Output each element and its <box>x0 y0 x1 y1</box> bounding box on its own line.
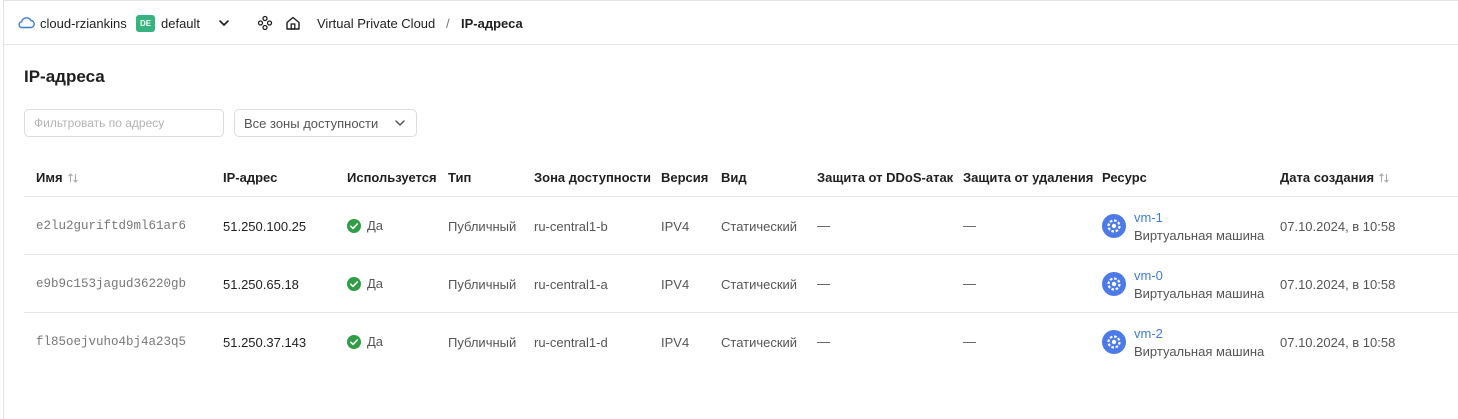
vm-gear-icon <box>1102 214 1126 238</box>
resource-link[interactable]: vm-0 <box>1134 268 1163 283</box>
column-header-zone: Зона доступности <box>534 170 652 185</box>
used-status: Да <box>347 276 383 291</box>
deletion-protection: — <box>963 218 976 233</box>
ip-address: 51.250.37.143 <box>223 335 307 350</box>
column-header-version: Версия <box>661 170 709 185</box>
zone-select-value: Все зоны доступности <box>244 115 379 131</box>
chevron-down-icon <box>395 120 405 126</box>
resource-type: Виртуальная машина <box>1134 344 1265 359</box>
sort-icon[interactable] <box>1378 172 1390 184</box>
check-circle-icon <box>347 276 361 291</box>
used-status: Да <box>347 334 383 349</box>
ddos-protection: — <box>817 276 830 291</box>
ddos-protection: — <box>817 334 830 349</box>
sort-icon[interactable] <box>67 172 79 184</box>
address-id[interactable]: e9b9c153jagud36220gb <box>36 277 186 291</box>
breadcrumb-current: IP-адреса <box>461 16 523 31</box>
vm-gear-icon <box>1102 330 1126 354</box>
column-header-name[interactable]: Имя <box>36 170 79 185</box>
ip-address: 51.250.100.25 <box>223 219 307 234</box>
used-status: Да <box>347 218 383 233</box>
created-date: 07.10.2024, в 10:58 <box>1280 335 1396 350</box>
table-row[interactable]: e9b9c153jagud36220gb 51.250.65.18 Да Пуб… <box>4 255 1458 313</box>
cloud-icon[interactable] <box>17 15 35 29</box>
address-type: Публичный <box>448 277 517 292</box>
ip-version: IPV4 <box>661 277 690 292</box>
column-header-type: Тип <box>448 170 472 185</box>
column-header-used: Используется <box>347 170 437 185</box>
address-type: Публичный <box>448 219 517 234</box>
address-kind: Статический <box>721 335 798 350</box>
check-circle-icon <box>347 334 361 349</box>
zone-select[interactable]: Все зоны доступности <box>234 109 417 137</box>
breadcrumb-vpc[interactable]: Virtual Private Cloud <box>317 16 435 31</box>
table-row[interactable]: fl85oejvuho4bj4a23q5 51.250.37.143 Да Пу… <box>4 313 1458 371</box>
address-kind: Статический <box>721 219 798 234</box>
resource-link[interactable]: vm-2 <box>1134 326 1163 341</box>
deletion-protection: — <box>963 276 976 291</box>
availability-zone: ru-central1-a <box>534 277 608 292</box>
resource-link[interactable]: vm-1 <box>1134 210 1163 225</box>
top-header: cloud-rziankins DE default Virtual Priva… <box>4 1 1458 45</box>
folder-name[interactable]: default <box>161 16 200 31</box>
app-frame: cloud-rziankins DE default Virtual Priva… <box>3 0 1458 419</box>
column-header-deletion: Защита от удаления <box>963 170 1094 185</box>
resource-type: Виртуальная машина <box>1134 286 1265 301</box>
availability-zone: ru-central1-d <box>534 335 608 350</box>
address-id[interactable]: e2lu2guriftd9ml61ar6 <box>36 219 186 233</box>
resource-type: Виртуальная машина <box>1134 228 1265 243</box>
ip-address: 51.250.65.18 <box>223 277 299 292</box>
address-filter-input[interactable] <box>24 109 224 137</box>
vm-gear-icon <box>1102 272 1126 296</box>
page-title: IP-адреса <box>24 67 105 86</box>
availability-zone: ru-central1-b <box>534 219 608 234</box>
check-circle-icon <box>347 218 361 233</box>
created-date: 07.10.2024, в 10:58 <box>1280 219 1396 234</box>
column-header-ddos: Защита от DDoS-атак <box>817 170 954 185</box>
column-header-created[interactable]: Дата создания <box>1280 170 1390 185</box>
chevron-down-icon[interactable] <box>217 16 231 30</box>
created-date: 07.10.2024, в 10:58 <box>1280 277 1396 292</box>
ip-version: IPV4 <box>661 335 690 350</box>
folder-badge: DE <box>136 15 155 32</box>
breadcrumb-separator: / <box>446 16 450 31</box>
ddos-protection: — <box>817 218 830 233</box>
ip-version: IPV4 <box>661 219 690 234</box>
address-kind: Статический <box>721 277 798 292</box>
table-row[interactable]: e2lu2guriftd9ml61ar6 51.250.100.25 Да Пу… <box>4 197 1458 255</box>
column-header-kind: Вид <box>721 170 747 185</box>
deletion-protection: — <box>963 334 976 349</box>
column-header-ip: IP-адрес <box>223 170 278 185</box>
services-icon[interactable] <box>257 15 273 31</box>
home-icon[interactable] <box>285 15 301 31</box>
address-id[interactable]: fl85oejvuho4bj4a23q5 <box>36 335 186 349</box>
cloud-name[interactable]: cloud-rziankins <box>40 16 127 31</box>
column-header-resource: Ресурс <box>1102 170 1147 185</box>
address-type: Публичный <box>448 335 517 350</box>
